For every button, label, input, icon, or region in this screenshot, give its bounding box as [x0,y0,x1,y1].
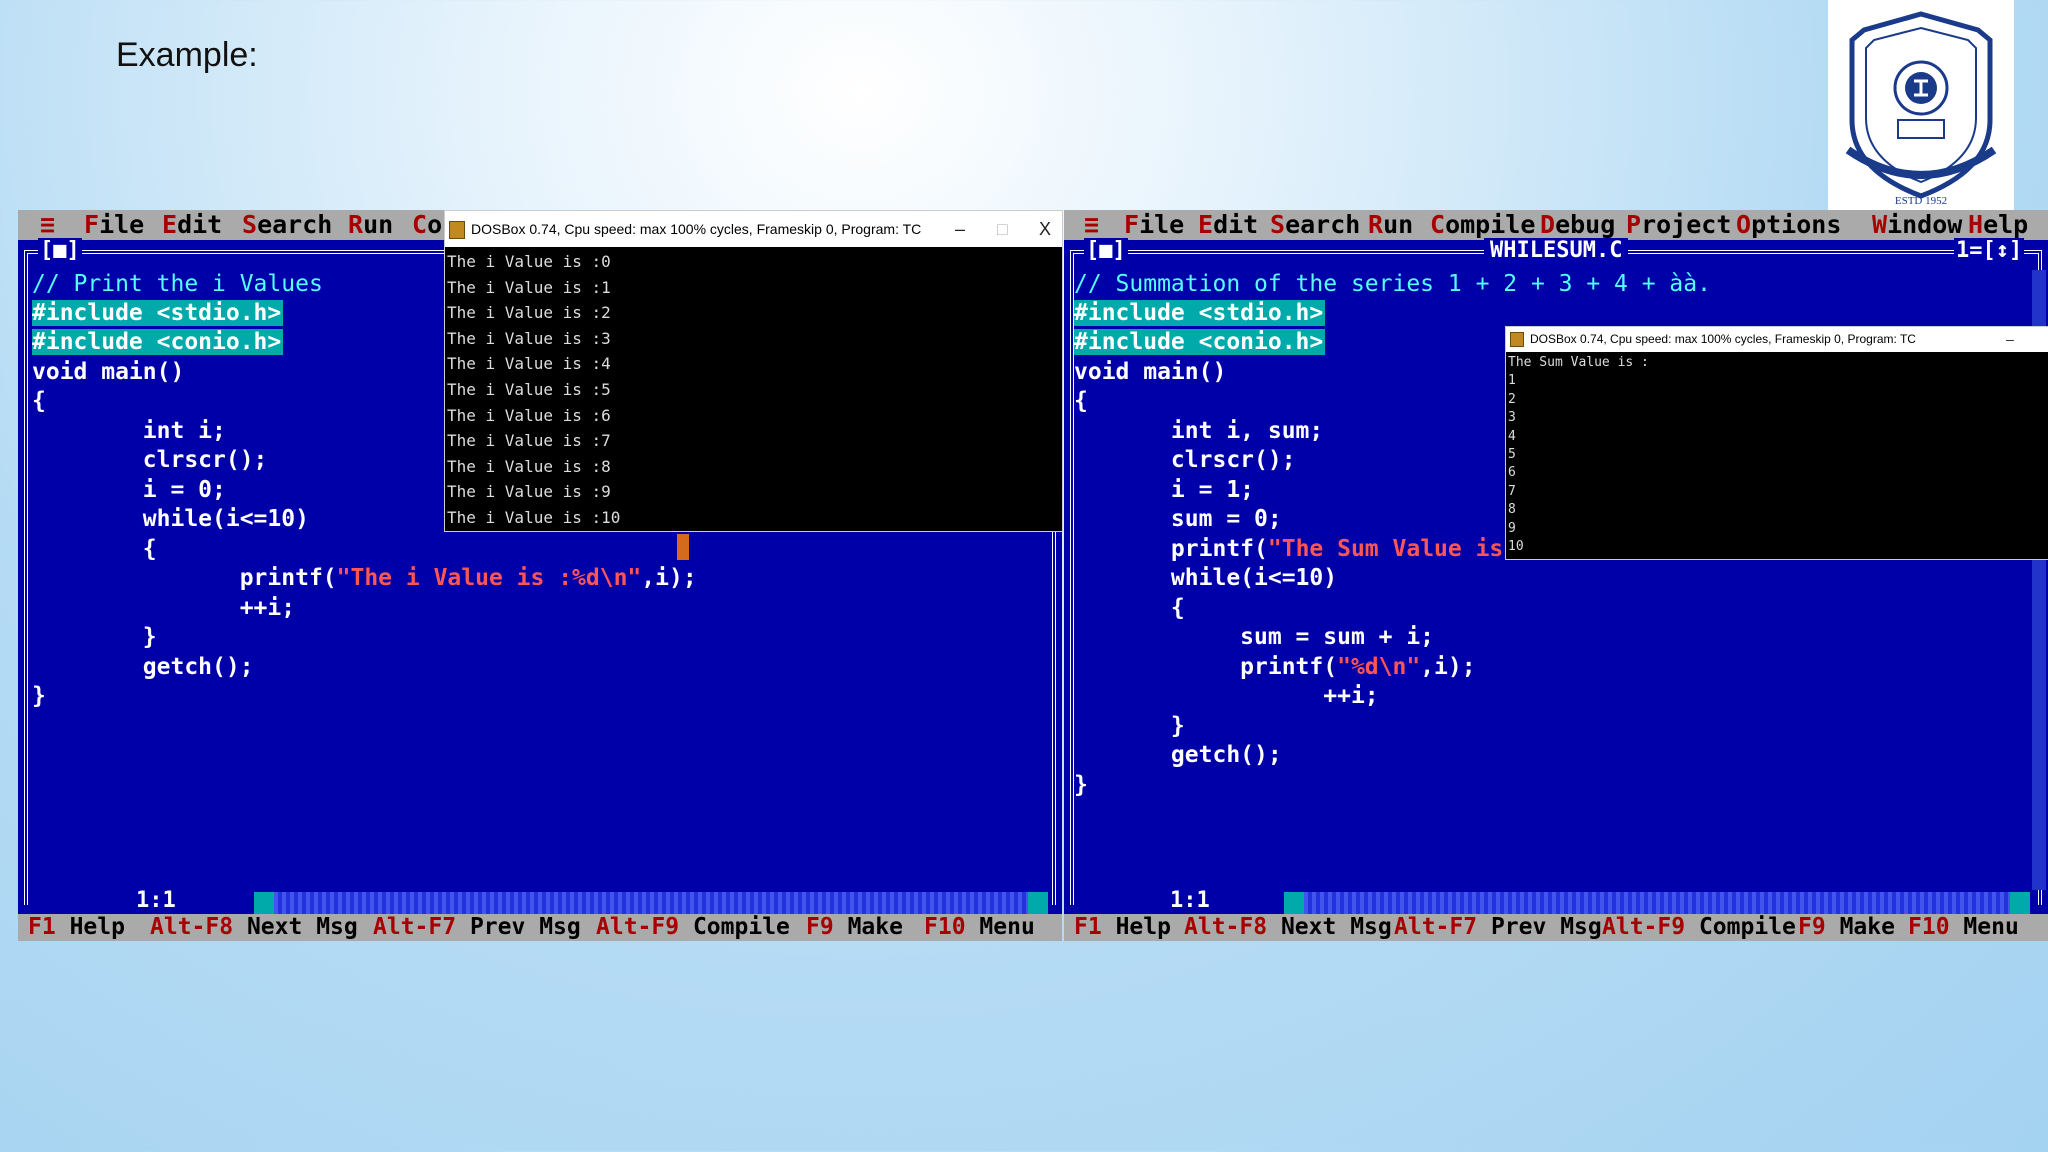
minimize-button[interactable]: – [2006,327,2014,352]
dosbox-title: DOSBox 0.74, Cpu speed: max 100% cycles,… [1530,332,1916,346]
fkey-menu[interactable]: F10 Menu [1908,914,2019,941]
dosbox-titlebar[interactable]: DOSBox 0.74, Cpu speed: max 100% cycles,… [445,211,1062,247]
minimize-button[interactable]: – [955,211,965,247]
zoom-window-button[interactable]: 1=[↕] [1954,238,2025,263]
menu-run[interactable]: Run [1368,210,1413,240]
fkey-next-msg[interactable]: Alt-F8 Next Msg [150,914,358,941]
code-line: void main() [32,359,185,385]
code-line: // Print the i Values [32,271,323,297]
function-key-bar: F1 Help Alt-F8 Next Msg Alt-F7 Prev Msg … [18,914,1062,941]
dosbox-window-right[interactable]: DOSBox 0.74, Cpu speed: max 100% cycles,… [1505,326,2048,560]
code-line: getch(); [1074,742,1282,768]
code-line: sum = sum + i; [1074,624,1435,650]
code-line: { [32,388,46,414]
horizontal-scrollbar[interactable] [254,892,1040,914]
dosbox-title: DOSBox 0.74, Cpu speed: max 100% cycles,… [471,221,922,237]
code-line: { [1074,595,1185,621]
fkey-help[interactable]: F1 Help [1074,914,1171,941]
code-line: } [1074,772,1088,798]
menu-debug[interactable]: Debug [1540,210,1615,240]
code-line: printf("The Sum Value is : [1074,536,1531,562]
college-logo: ESTD 1952 [1828,0,2014,210]
code-line: printf("%d\n",i); [1074,654,1476,680]
menu-compile[interactable]: Compile [1430,210,1535,240]
code-line: int i, sum; [1074,418,1324,444]
dosbox-output: The i Value is :0 The i Value is :1 The i … [447,252,621,527]
close-window-button[interactable]: [■] [1084,238,1128,263]
college-crest-icon: ESTD 1952 [1845,11,1997,207]
menu-project[interactable]: Project [1626,210,1731,240]
system-menu-icon[interactable]: ≡ [1084,210,1099,240]
cursor-position: 1:1 [1166,888,1214,914]
system-menu-icon[interactable]: ≡ [40,210,55,240]
slide-title: Example: [116,36,258,74]
code-line: { [32,536,157,562]
code-line: while(i<=10) [32,506,309,532]
fkey-menu[interactable]: F10 Menu [924,914,1035,941]
fkey-help[interactable]: F1 Help [28,914,125,941]
fkey-compile[interactable]: Alt-F9 Compile [1602,914,1796,941]
code-line: { [1074,388,1088,414]
horizontal-scrollbar[interactable] [1284,892,2030,914]
code-line: int i; [32,418,226,444]
code-line: i = 0; [32,477,226,503]
code-line: } [1074,713,1185,739]
close-window-button[interactable]: [■] [38,238,82,263]
cursor-position: 1:1 [132,888,180,914]
dosbox-icon [449,221,465,240]
fkey-compile[interactable]: Alt-F9 Compile [596,914,790,941]
code-line: getch(); [32,654,254,680]
function-key-bar: F1 Help Alt-F8 Next Msg Alt-F7 Prev Msg … [1064,914,2048,941]
menu-search[interactable]: Search [242,210,332,240]
scroll-left-arrow-icon[interactable] [254,892,274,914]
code-line: printf("The i Value is :%d\n",i); [32,565,697,591]
dosbox-titlebar[interactable]: DOSBox 0.74, Cpu speed: max 100% cycles,… [1506,327,2048,352]
dosbox-window-left[interactable]: DOSBox 0.74, Cpu speed: max 100% cycles,… [444,210,1063,532]
turbo-c-ide-right: ≡ File Edit Search Run Compile Debug Pro… [1064,210,2048,941]
menu-file[interactable]: File [1124,210,1184,240]
code-line: ++i; [1074,683,1379,709]
code-line: #include <stdio.h> [1074,300,1326,326]
dosbox-output: The Sum Value is :1 2 3 4 5 6 7 8 9 10 [1508,355,1649,555]
code-line: sum = 0; [1074,506,1282,532]
editor-file-title: WHILESUM.C [1484,238,1629,263]
menu-compile-partial[interactable]: Co [412,210,442,240]
code-line: } [32,624,157,650]
dosbox-icon [1510,332,1524,348]
scroll-left-arrow-icon[interactable] [1284,892,1304,914]
menu-edit[interactable]: Edit [162,210,222,240]
code-line: ++i; [32,595,296,621]
code-line: void main() [1074,359,1227,385]
code-line: } [32,683,46,709]
code-line: clrscr(); [1074,447,1296,473]
code-line: i = 1; [1074,477,1255,503]
svg-text:ESTD 1952: ESTD 1952 [1895,195,1947,207]
maximize-button[interactable]: □ [997,211,1008,247]
code-line: #include <conio.h> [32,329,284,355]
fkey-make[interactable]: F9 Make [1798,914,1895,941]
menu-search[interactable]: Search [1270,210,1360,240]
menu-edit[interactable]: Edit [1198,210,1258,240]
code-line: #include <conio.h> [1074,329,1326,355]
menu-file[interactable]: File [84,210,144,240]
code-line: clrscr(); [32,447,268,473]
fkey-prev-msg[interactable]: Alt-F7 Prev Msg [373,914,581,941]
scroll-right-arrow-icon[interactable] [1028,892,1048,914]
menu-run[interactable]: Run [348,210,393,240]
fkey-prev-msg[interactable]: Alt-F7 Prev Msg [1394,914,1602,941]
close-button[interactable]: X [1039,211,1051,247]
fkey-make[interactable]: F9 Make [806,914,903,941]
menu-file-rest: ile [99,210,145,239]
code-line: // Summation of the series 1 + 2 + 3 + 4… [1074,271,1711,297]
menu-window[interactable]: Window [1872,210,1962,240]
code-line: while(i<=10) [1074,565,1338,591]
menu-options[interactable]: Options [1736,210,1841,240]
code-line: #include <stdio.h> [32,300,284,326]
ide-menu-bar: ≡ File Edit Search Run Compile Debug Pro… [1064,210,2048,240]
menu-help[interactable]: Help [1968,210,2028,240]
fkey-next-msg[interactable]: Alt-F8 Next Msg [1184,914,1392,941]
scroll-right-arrow-icon[interactable] [2010,892,2030,914]
text-cursor [677,534,689,560]
